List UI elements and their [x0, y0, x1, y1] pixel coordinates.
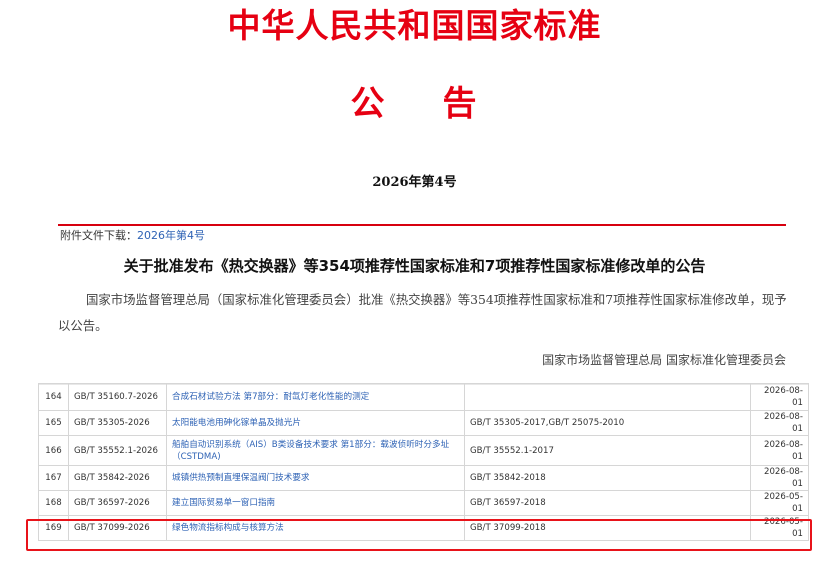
replaced-standard: GB/T 35842-2018 — [464, 465, 751, 491]
attachment-download-link[interactable]: 2026年第4号 — [137, 229, 205, 242]
issue-number: 2026年第4号 — [372, 175, 457, 190]
implementation-date: 2026-08-01 — [750, 465, 809, 491]
standards-table: 164 GB/T 35160.7-2026 合成石材试验方法 第7部分：耐氙灯老… — [38, 383, 809, 541]
replaced-standard: GB/T 36597-2018 — [464, 490, 751, 516]
page-title: 中华人民共和国国家标准 — [227, 6, 602, 45]
standard-code: GB/T 36597-2026 — [68, 490, 167, 516]
standard-code: GB/T 35160.7-2026 — [68, 383, 167, 411]
attachment-label: 附件文件下载： — [60, 229, 137, 242]
attachment-row: 附件文件下载：2026年第4号 — [60, 229, 205, 243]
standard-name-link[interactable]: 合成石材试验方法 第7部分：耐氙灯老化性能的测定 — [166, 383, 465, 411]
notice-title: 关于批准发布《热交换器》等354项推荐性国家标准和7项推荐性国家标准修改单的公告 — [123, 257, 706, 275]
standard-name-link[interactable]: 城镇供热预制直埋保温阀门技术要求 — [166, 465, 465, 491]
implementation-date: 2026-08-01 — [750, 383, 809, 411]
announcement-heading-char-2: 告 — [442, 84, 479, 124]
implementation-date: 2026-08-01 — [750, 435, 809, 466]
standard-code: GB/T 35305-2026 — [68, 410, 167, 436]
row-number: 164 — [38, 383, 69, 411]
table-row: 166 GB/T 35552.1-2026 船舶自动识别系统（AIS）B类设备技… — [38, 435, 809, 466]
red-divider — [58, 224, 786, 226]
table-row: 164 GB/T 35160.7-2026 合成石材试验方法 第7部分：耐氙灯老… — [38, 383, 809, 411]
announcement-heading-char-1: 公 — [350, 84, 387, 124]
row-number: 166 — [38, 435, 69, 466]
implementation-date: 2026-08-01 — [750, 410, 809, 436]
table-row: 165 GB/T 35305-2026 太阳能电池用砷化镓单晶及抛光片 GB/T… — [38, 410, 809, 436]
row-highlight-box — [26, 519, 812, 551]
implementation-date: 2026-05-01 — [750, 490, 809, 516]
announcement-heading: 公告 — [0, 80, 829, 128]
notice-signature: 国家市场监督管理总局 国家标准化管理委员会 — [542, 353, 786, 367]
replaced-standard: GB/T 35552.1-2017 — [464, 435, 751, 466]
row-number: 168 — [38, 490, 69, 516]
standard-code: GB/T 35552.1-2026 — [68, 435, 167, 466]
notice-body: 国家市场监督管理总局（国家标准化管理委员会）批准《热交换器》等354项推荐性国家… — [58, 292, 787, 333]
replaced-standard — [464, 383, 751, 411]
standard-name-link[interactable]: 船舶自动识别系统（AIS）B类设备技术要求 第1部分：载波侦听时分多址（CSTD… — [166, 435, 465, 466]
replaced-standard: GB/T 35305-2017,GB/T 25075-2010 — [464, 410, 751, 436]
standard-code: GB/T 35842-2026 — [68, 465, 167, 491]
table-row: 168 GB/T 36597-2026 建立国际贸易单一窗口指南 GB/T 36… — [38, 490, 809, 516]
table-row: 167 GB/T 35842-2026 城镇供热预制直埋保温阀门技术要求 GB/… — [38, 465, 809, 491]
standard-name-link[interactable]: 太阳能电池用砷化镓单晶及抛光片 — [166, 410, 465, 436]
standard-name-link[interactable]: 建立国际贸易单一窗口指南 — [166, 490, 465, 516]
row-number: 167 — [38, 465, 69, 491]
row-number: 165 — [38, 410, 69, 436]
